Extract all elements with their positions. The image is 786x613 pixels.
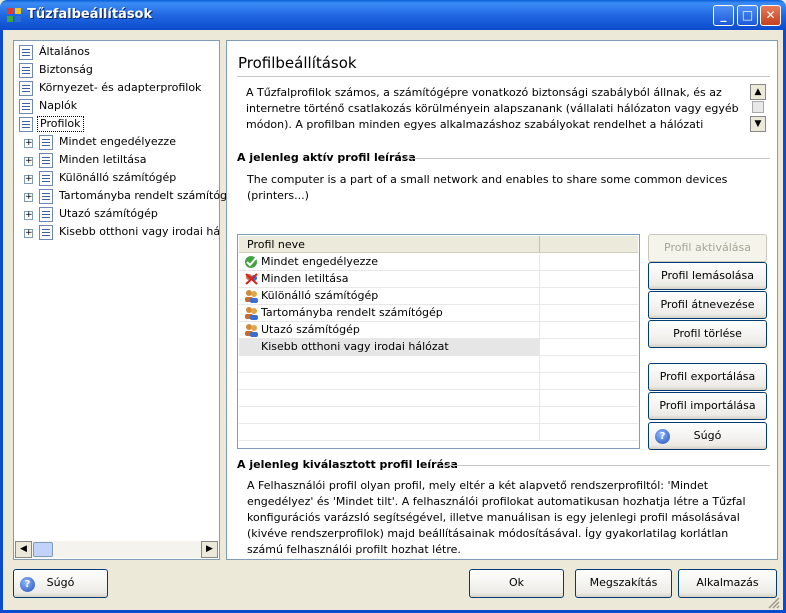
scroll-left-icon[interactable]: ◀ xyxy=(15,541,32,558)
list-icon xyxy=(39,171,53,186)
profile-name: Kisebb otthoni vagy irodai hálózat xyxy=(239,339,540,356)
footer-help-label: Súgó xyxy=(46,576,75,589)
selected-profile-text: A Felhasználói profil olyan profil, mely… xyxy=(247,479,746,556)
expand-icon[interactable]: + xyxy=(24,193,33,202)
scroll-down-icon[interactable]: ▼ xyxy=(750,116,766,132)
scroll-up-icon[interactable]: ▲ xyxy=(750,84,766,100)
list-icon xyxy=(39,153,53,168)
list-icon xyxy=(39,135,53,150)
tree-item-label: Naplók xyxy=(39,99,78,112)
tree-horizontal-scrollbar[interactable]: ◀ ▶ xyxy=(15,541,218,558)
close-button[interactable]: ✕ xyxy=(760,5,781,26)
list-item[interactable]: Tartományba rendelt számítógép xyxy=(239,305,638,322)
window-title: Tűzfalbeállítások xyxy=(27,7,153,22)
delete-profile-button[interactable]: Profil törlése xyxy=(648,320,767,348)
export-profile-button[interactable]: Profil exportálása xyxy=(648,363,767,391)
description-scrollbar[interactable]: ▲ ▼ xyxy=(750,84,766,132)
list-item[interactable]: Minden letiltása xyxy=(239,271,638,288)
scroll-thumb[interactable] xyxy=(752,101,764,113)
list-icon xyxy=(19,99,33,114)
profile-name: Minden letiltása xyxy=(239,271,540,288)
list-item-empty xyxy=(239,390,638,407)
tree-item-label: Környezet- és adapterprofilok xyxy=(39,81,202,94)
ok-button[interactable]: Ok xyxy=(469,569,564,598)
list-item-empty xyxy=(239,407,638,424)
help-button[interactable]: ? Súgó xyxy=(648,422,767,450)
cancel-button[interactable]: Megszakítás xyxy=(575,569,672,598)
tree-item-label: Minden letiltása xyxy=(59,153,147,166)
profile-name: Mindet engedélyezze xyxy=(239,254,540,271)
footer-help-button[interactable]: ? Súgó xyxy=(13,569,108,598)
profile-name: Különálló számítógép xyxy=(239,288,540,305)
list-icon xyxy=(39,189,53,204)
app-logo-icon xyxy=(7,8,21,22)
activate-profile-button[interactable]: Profil aktiválása xyxy=(648,234,767,262)
title-bar: Tűzfalbeállítások _ □ ✕ xyxy=(0,0,786,30)
divider xyxy=(237,76,770,77)
divider xyxy=(406,158,770,159)
list-icon xyxy=(39,225,53,240)
maximize-button[interactable]: □ xyxy=(737,5,758,26)
list-icon xyxy=(19,117,33,132)
tree-item-label: Általános xyxy=(39,45,90,58)
scroll-thumb[interactable] xyxy=(33,542,53,557)
tree-child-kisebb-otthoni[interactable]: Kisebb otthoni vagy irodai hálóza xyxy=(39,224,219,241)
list-item-empty xyxy=(239,373,638,390)
expand-icon[interactable]: + xyxy=(24,229,33,238)
profile-name: Utazó számítógép xyxy=(239,322,540,339)
settings-tree[interactable]: Általános Biztonság Környezet- és adapte… xyxy=(13,40,241,560)
help-icon: ? xyxy=(20,577,35,592)
list-icon xyxy=(19,63,33,78)
scroll-right-icon[interactable]: ▶ xyxy=(201,541,218,558)
column-header-profile-name[interactable]: Profil neve xyxy=(239,236,540,253)
expand-icon[interactable]: + xyxy=(24,175,33,184)
selected-profile-title: A jelenleg kiválasztott profil leírása xyxy=(237,458,458,471)
help-button-label: Súgó xyxy=(693,429,722,442)
import-profile-button[interactable]: Profil importálása xyxy=(648,392,767,420)
tree-item-label: Mindet engedélyezze xyxy=(59,135,176,148)
profile-list[interactable]: Profil neve Mindet engedélyezze Minden l… xyxy=(237,234,640,449)
list-icon xyxy=(19,81,33,96)
expand-icon[interactable]: + xyxy=(24,211,33,220)
help-icon: ? xyxy=(655,429,670,444)
expand-icon[interactable]: + xyxy=(24,157,33,166)
active-profile-text: The computer is a part of a small networ… xyxy=(247,173,728,202)
list-item-empty xyxy=(239,356,638,373)
list-item[interactable]: Mindet engedélyezze xyxy=(239,254,638,271)
list-icon xyxy=(39,207,53,222)
active-profile-title: A jelenleg aktív profil leírása xyxy=(237,151,416,164)
profile-description: A Tűzfalprofilok számos, a számítógépre … xyxy=(246,86,739,131)
apply-button[interactable]: Alkalmazás xyxy=(678,569,777,598)
page-title: Profilbeállítások xyxy=(238,54,357,72)
list-item[interactable]: Kisebb otthoni vagy irodai hálózat xyxy=(239,339,638,356)
duplicate-profile-button[interactable]: Profil lemásolása xyxy=(648,262,767,290)
rename-profile-button[interactable]: Profil átnevezése xyxy=(648,291,767,319)
tree-item-label: Biztonság xyxy=(39,63,93,76)
list-item[interactable]: Utazó számítógép xyxy=(239,322,638,339)
tree-item-label: Tartományba rendelt számítógép xyxy=(59,189,241,202)
tree-item-label: Különálló számítógép xyxy=(59,171,177,184)
tree-item-label: Profilok xyxy=(37,116,84,132)
list-item[interactable]: Különálló számítógép xyxy=(239,288,638,305)
divider xyxy=(440,465,770,466)
profile-name: Tartományba rendelt számítógép xyxy=(239,305,540,322)
tree-item-label: Kisebb otthoni vagy irodai hálóza xyxy=(59,225,219,238)
list-header: Profil neve xyxy=(239,236,638,253)
resize-grip-icon[interactable] xyxy=(768,597,780,609)
list-item-empty xyxy=(239,424,638,441)
expand-icon[interactable]: + xyxy=(24,139,33,148)
minimize-button[interactable]: _ xyxy=(713,5,734,26)
tree-item-label: Utazó számítógép xyxy=(59,207,158,220)
list-icon xyxy=(19,45,33,60)
